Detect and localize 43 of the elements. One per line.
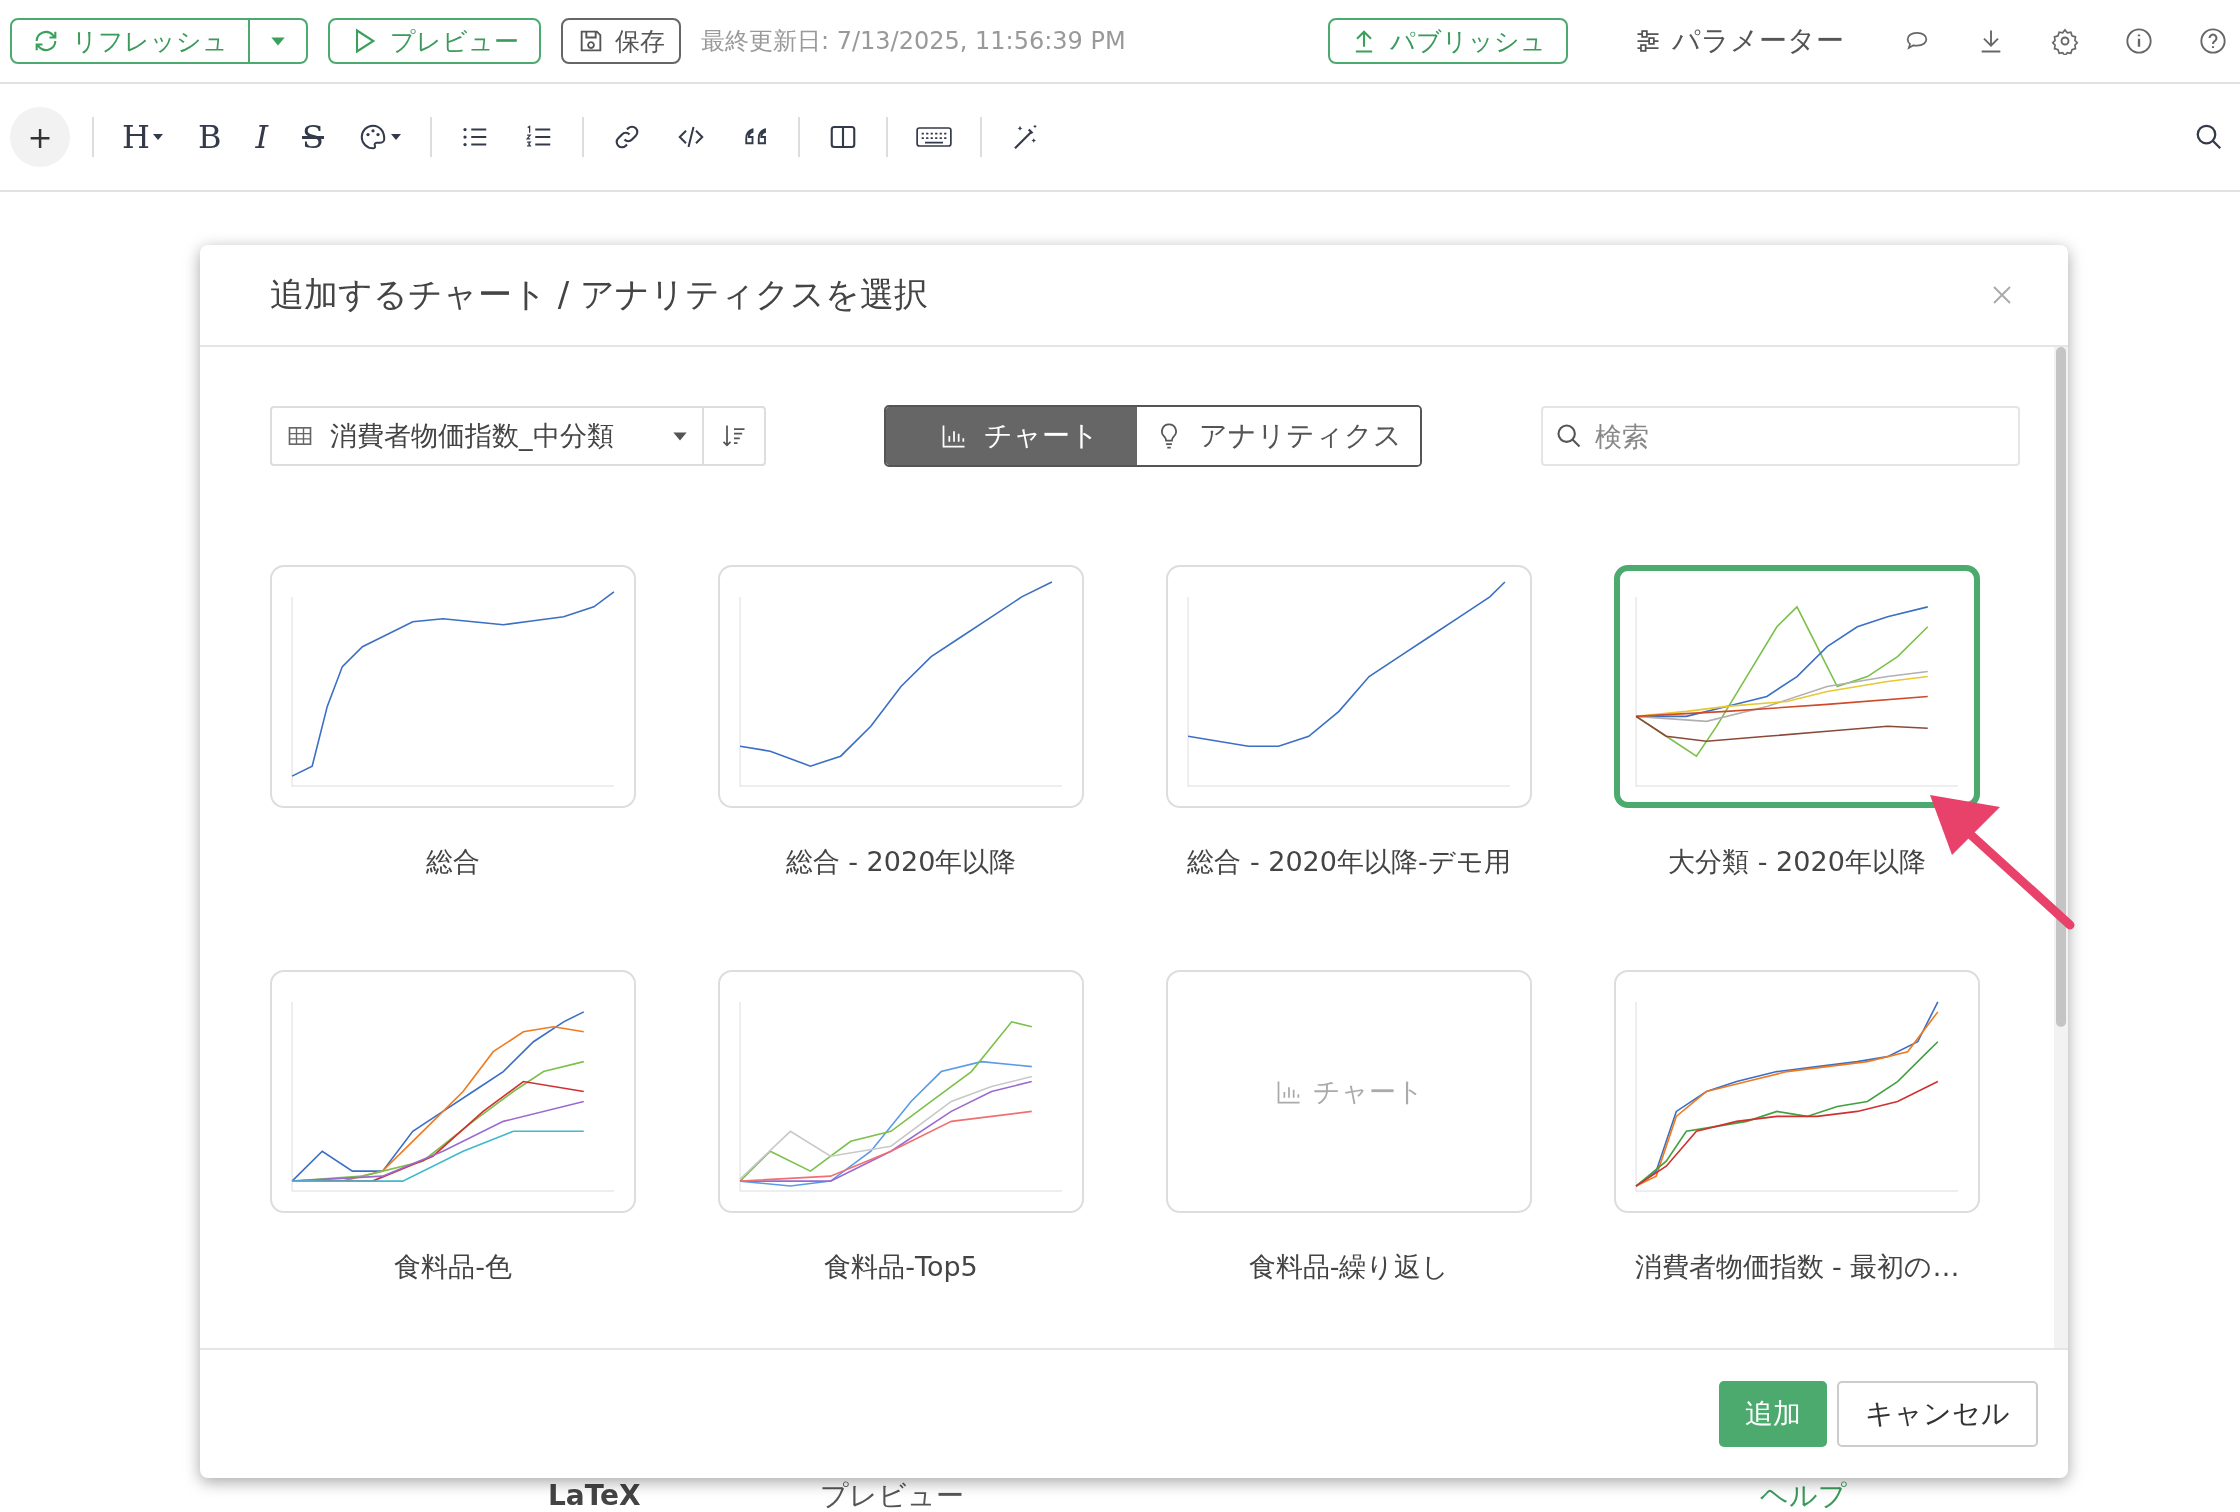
chart-title: 総合 - 2020年以降 xyxy=(785,845,1017,879)
chart-title: 総合 - 2020年以降-デモ用 xyxy=(1187,845,1511,879)
caret-icon xyxy=(270,35,286,47)
scrollbar[interactable] xyxy=(2054,347,2068,1348)
background-text: LaTeX xyxy=(548,1480,642,1512)
refresh-menu-button[interactable] xyxy=(250,18,308,64)
scrollbar-thumb[interactable] xyxy=(2056,347,2066,1027)
caret-icon xyxy=(390,133,402,141)
chart-title: 大分類 - 2020年以降 xyxy=(1668,845,1926,879)
strikethrough-button[interactable]: S xyxy=(296,118,330,156)
cancel-button[interactable]: キャンセル xyxy=(1837,1381,2038,1447)
publish-button[interactable]: パブリッシュ xyxy=(1328,18,1568,64)
chart-title: 総合 xyxy=(426,845,480,879)
data-source-dropdown[interactable]: 消費者物価指数_中分類 xyxy=(270,406,704,466)
chart-title: 消費者物価指数 - 最初の… xyxy=(1634,1250,1960,1284)
bold-button[interactable]: B xyxy=(191,118,228,156)
last-updated-text: 最終更新日: 7/13/2025, 11:56:39 PM xyxy=(701,26,1126,57)
settings-icon[interactable] xyxy=(2051,27,2079,55)
search-icon xyxy=(1555,422,1583,450)
italic-button[interactable]: I xyxy=(249,118,275,156)
chart-placeholder-text: チャート xyxy=(1312,1074,1424,1109)
heading-button[interactable]: H xyxy=(116,118,170,156)
search-icon[interactable] xyxy=(2194,122,2224,152)
background-text: プレビュー xyxy=(820,1480,965,1512)
chart-card[interactable] xyxy=(1614,565,1980,808)
palette-icon xyxy=(358,122,388,152)
refresh-button[interactable]: リフレッシュ xyxy=(10,18,250,64)
chart-title: 食料品-色 xyxy=(394,1250,512,1284)
info-icon[interactable] xyxy=(2125,27,2153,55)
add-block-button[interactable]: + xyxy=(10,107,70,167)
parameters-button[interactable]: パラメーター xyxy=(1628,21,1850,61)
help-icon[interactable] xyxy=(2199,27,2227,55)
caret-icon xyxy=(672,430,688,442)
chart-title: 食料品-繰り返し xyxy=(1248,1250,1450,1284)
background-text: ヘルプ xyxy=(1760,1480,1847,1512)
view-tab[interactable]: チャート xyxy=(886,407,1137,465)
preview-button[interactable]: プレビュー xyxy=(328,18,541,64)
save-button[interactable]: 保存 xyxy=(561,18,681,64)
search-field[interactable]: 検索 xyxy=(1541,406,2020,466)
sort-button[interactable] xyxy=(704,406,766,466)
dialog-title: 追加するチャート / アナリティクスを選択 xyxy=(270,273,929,316)
caret-icon xyxy=(151,133,164,141)
chart-title: 食料品-Top5 xyxy=(824,1250,978,1284)
